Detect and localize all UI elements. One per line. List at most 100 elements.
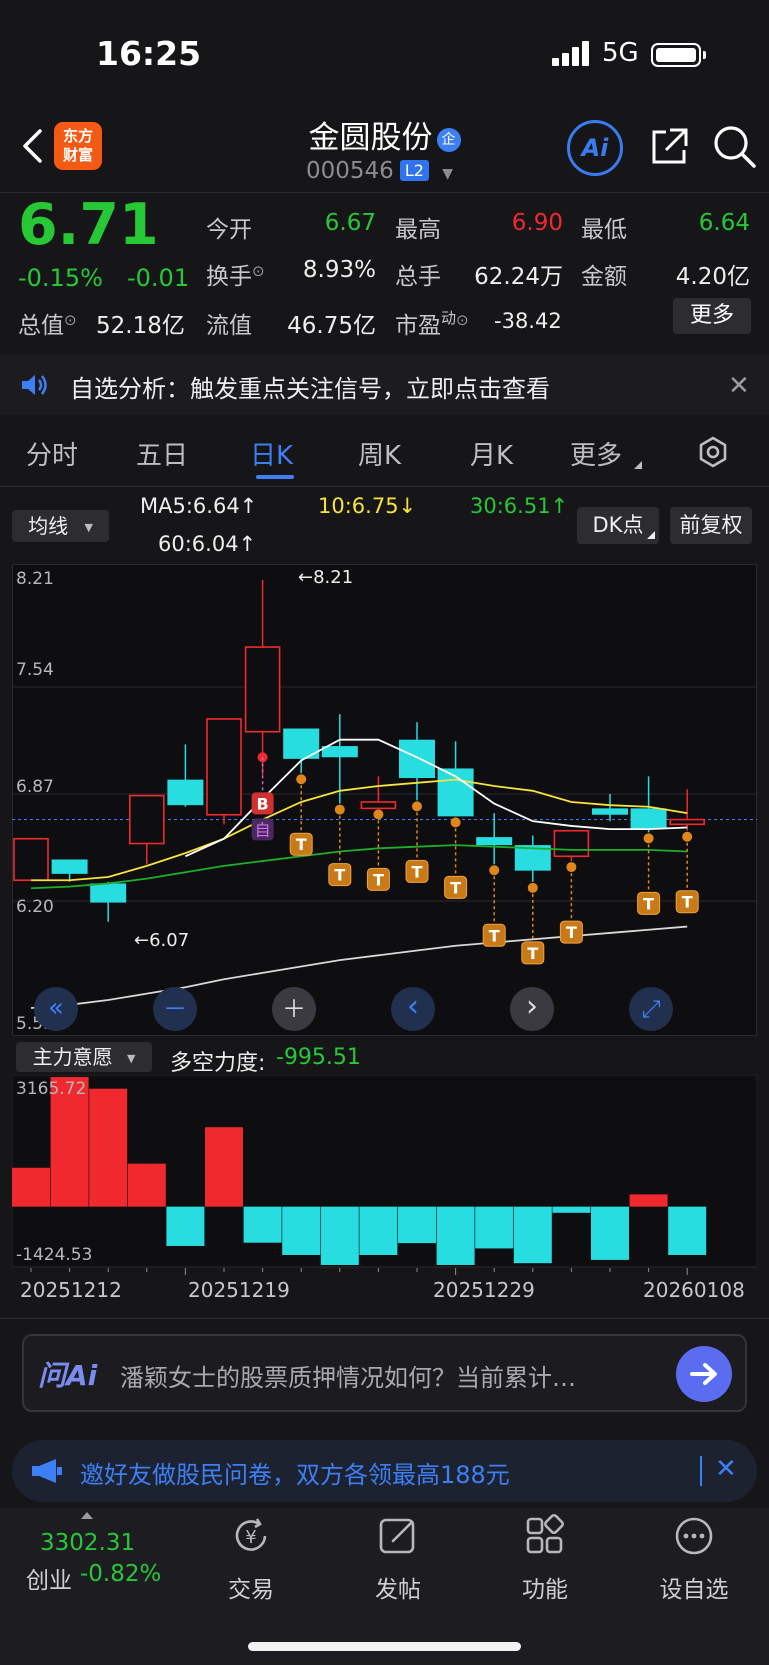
speaker-icon — [20, 372, 50, 402]
ma-selector[interactable]: 均线 ▼ — [12, 510, 109, 542]
low-label: 最低 — [581, 217, 627, 243]
nav-trade[interactable]: 交易 — [201, 1570, 301, 1604]
up-caret-icon — [81, 1512, 93, 1519]
stock-code: 000546 — [306, 158, 394, 184]
promo-divider — [700, 1456, 702, 1486]
scroll-left-fast-button[interactable]: « — [34, 987, 78, 1031]
pe-label[interactable]: 市盈动⊙ — [395, 306, 469, 340]
ma30-value: 30:6.51↑ — [470, 494, 569, 518]
tab-month-k[interactable]: 月K — [470, 435, 513, 472]
nav-function[interactable]: 功能 — [495, 1570, 595, 1604]
settings-icon[interactable] — [696, 435, 730, 473]
post-icon[interactable] — [376, 1514, 420, 1562]
adjust-button[interactable]: 前复权 — [670, 507, 752, 544]
force-bar — [629, 1194, 668, 1207]
candle-body — [51, 859, 88, 874]
turnover-label[interactable]: 换手⊙ — [206, 257, 265, 291]
home-indicator — [248, 1642, 521, 1651]
ask-ai-input[interactable]: 问Ai 潘颖女士的股票质押情况如何？当前累计… — [22, 1334, 747, 1412]
t-marker-dot — [450, 817, 461, 828]
pe-label-text: 市盈 — [395, 313, 441, 339]
ask-ai-brand: 问Ai — [38, 1359, 98, 1392]
fullscreen-button[interactable]: ⤢ — [629, 987, 673, 1031]
t-marker-dot — [489, 865, 500, 876]
send-arrow-icon[interactable] — [676, 1346, 732, 1402]
candle-body — [206, 718, 242, 816]
y-label-4: 6.20 — [16, 897, 54, 917]
force-bar — [668, 1206, 707, 1255]
share-icon[interactable] — [648, 126, 690, 168]
tab-week-k[interactable]: 周K — [358, 435, 401, 472]
force-bar — [205, 1127, 243, 1207]
more-dots-icon: ⊙ — [252, 262, 265, 280]
index-change[interactable]: -0.82% — [80, 1561, 161, 1587]
float-value-label: 流值 — [206, 313, 252, 339]
force-selector-label: 主力意愿 — [32, 1045, 113, 1069]
amount-value: 4.20亿 — [675, 264, 750, 290]
force-bar — [243, 1206, 282, 1243]
more-button[interactable]: 更多 — [673, 298, 751, 334]
force-chart[interactable] — [12, 1075, 757, 1275]
stock-code-row[interactable]: 000546 L2 ▼ — [306, 158, 453, 184]
candle-body — [244, 646, 281, 733]
scroll-right-button[interactable]: › — [510, 987, 554, 1031]
chevron-down-icon: ▼ — [126, 1052, 136, 1065]
min-price-marker: ←6.07 — [134, 930, 190, 951]
close-icon[interactable]: ✕ — [728, 371, 750, 401]
self-marker-label: 自 — [255, 820, 271, 839]
force-title: 多空力度: — [170, 1051, 266, 1076]
nav-add-watchlist[interactable]: 设自选 — [644, 1570, 744, 1604]
change-percent: -0.15% — [18, 264, 103, 292]
search-icon[interactable] — [712, 124, 758, 170]
t-marker-label: T — [450, 878, 461, 897]
status-time: 16:25 — [96, 34, 202, 73]
force-bar — [359, 1206, 398, 1255]
t-marker-label: T — [334, 866, 345, 885]
nav-post[interactable]: 发帖 — [348, 1570, 448, 1604]
close-icon[interactable]: ✕ — [715, 1454, 737, 1484]
period-tabs: 分时 五日 日K 周K 月K 更多 — [0, 425, 769, 485]
add-watchlist-icon[interactable] — [672, 1514, 716, 1562]
notice-bar[interactable]: 自选分析：触发重点关注信号，立即点击查看 ✕ — [0, 355, 769, 415]
y-label-max: 8.21 — [16, 569, 54, 589]
t-marker-dot — [334, 804, 345, 815]
candle-body — [553, 829, 590, 858]
function-icon[interactable] — [523, 1514, 567, 1562]
candle-body — [476, 837, 513, 846]
y-label-3: 6.87 — [16, 777, 54, 797]
total-value-label[interactable]: 总值⊙ — [18, 306, 77, 340]
force-bar — [591, 1206, 629, 1260]
svg-text:¥: ¥ — [245, 1527, 256, 1548]
tab-more[interactable]: 更多 — [570, 435, 622, 472]
candle-body — [630, 808, 667, 830]
open-label: 今开 — [206, 217, 252, 243]
t-marker-dot — [296, 774, 307, 785]
tab-day-k[interactable]: 日K — [250, 435, 293, 472]
t-marker-label: T — [527, 944, 538, 963]
promo-text: 邀好友做股民问卷，双方各领最高188元 — [80, 1461, 510, 1489]
t-marker-dot — [412, 801, 422, 812]
ai-button[interactable]: Ai — [567, 120, 623, 176]
kline-chart[interactable]: T T T T T T T T T T B自 — [12, 564, 757, 1036]
scroll-left-button[interactable]: ‹ — [391, 987, 435, 1031]
network-label: 5G — [602, 38, 639, 68]
x-date-4: 20260108 — [643, 1278, 745, 1302]
ma5-value: MA5:6.64↑ — [140, 494, 258, 518]
notice-text: 自选分析：触发重点关注信号，立即点击查看 — [70, 375, 550, 403]
max-price-marker: ←8.21 — [298, 567, 354, 588]
t-marker-label: T — [412, 862, 423, 881]
index-name[interactable]: 创业 — [26, 1561, 72, 1595]
index-value[interactable]: 3302.31 — [40, 1530, 135, 1556]
candle-body — [90, 883, 127, 903]
candle-body — [360, 801, 397, 810]
dk-point-button[interactable]: DK点 — [577, 507, 659, 544]
trade-icon[interactable]: ¥ — [229, 1514, 273, 1562]
zoom-in-button[interactable]: ＋ — [272, 987, 316, 1031]
force-selector[interactable]: 主力意愿 ▼ — [16, 1042, 152, 1072]
battery-icon — [651, 43, 701, 67]
zoom-out-button[interactable]: － — [153, 987, 197, 1031]
tab-five-day[interactable]: 五日 — [136, 435, 188, 472]
y-label-2: 7.54 — [16, 660, 54, 680]
promo-banner[interactable]: 邀好友做股民问卷，双方各领最高188元 ✕ — [12, 1440, 757, 1502]
tab-fenshi[interactable]: 分时 — [26, 435, 78, 472]
